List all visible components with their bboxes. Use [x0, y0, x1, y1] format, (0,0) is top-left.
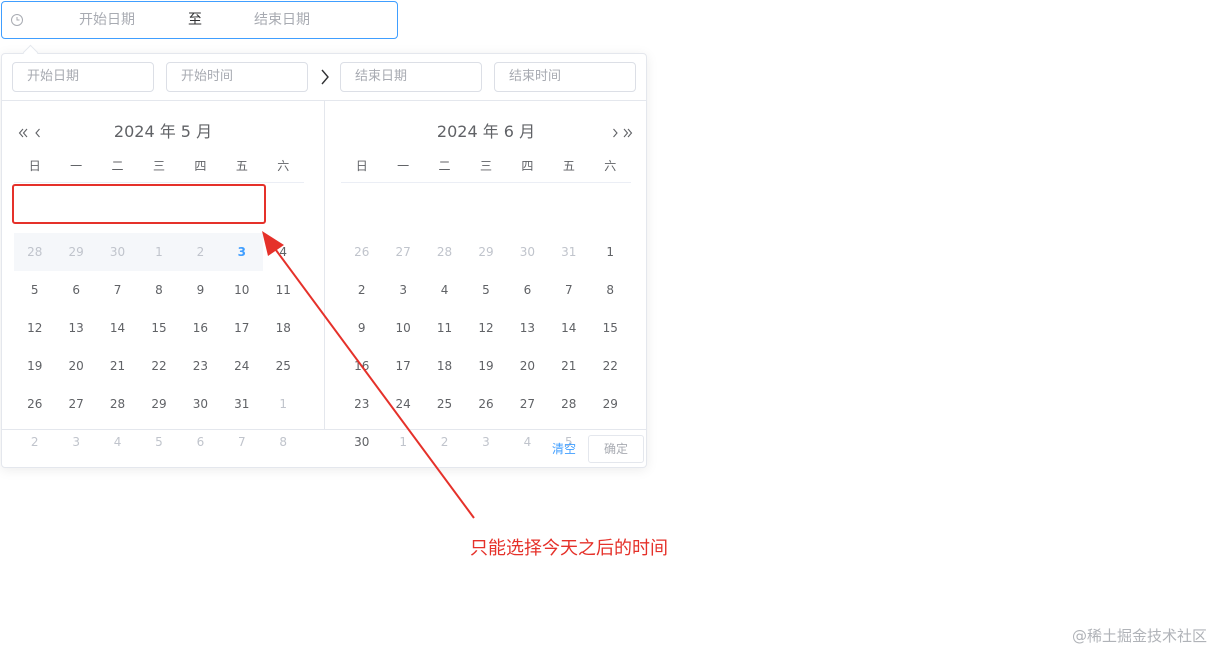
watermark: @稀土掘金技术社区 [1071, 627, 1207, 645]
annotation-text: 只能选择今天之后的时间 [470, 538, 668, 559]
